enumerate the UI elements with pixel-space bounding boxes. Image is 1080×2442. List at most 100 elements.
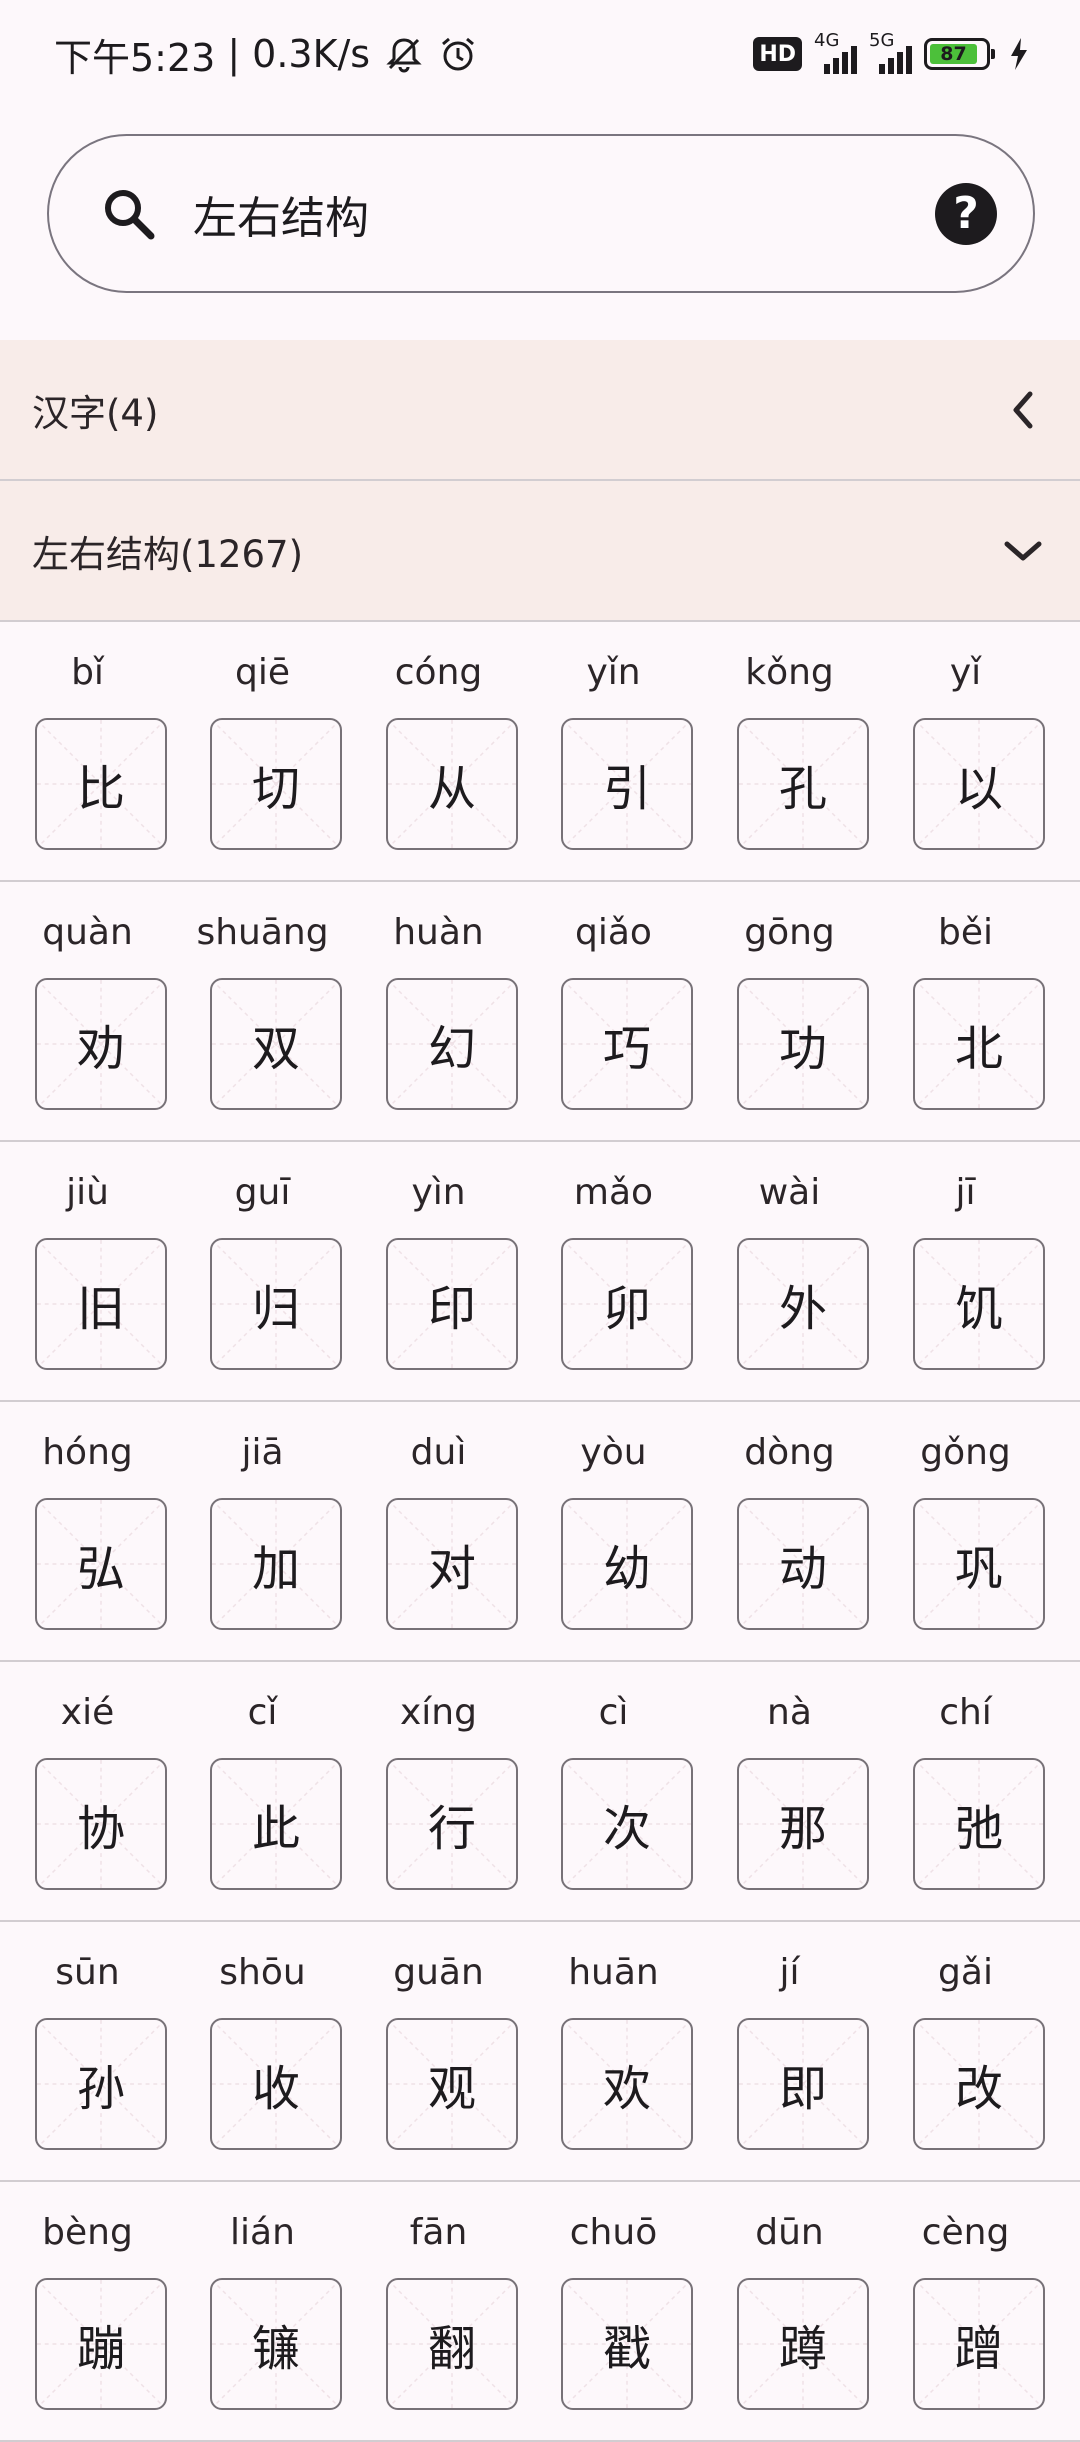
character-cell[interactable]: yǐ 以 — [878, 622, 1053, 882]
character-box[interactable]: 归 — [210, 1238, 342, 1370]
character-box[interactable]: 加 — [210, 1498, 342, 1630]
character-box[interactable]: 欢 — [561, 2018, 693, 2150]
character-box[interactable]: 北 — [913, 978, 1045, 1110]
character-box[interactable]: 巧 — [561, 978, 693, 1110]
network-speed: 0.3K/s — [252, 32, 371, 76]
character-cell[interactable]: qiē 切 — [175, 622, 350, 882]
character-cell[interactable]: huàn 幻 — [351, 882, 526, 1142]
character-box[interactable]: 蹲 — [737, 2278, 869, 2410]
character-box[interactable]: 双 — [210, 978, 342, 1110]
character-cell[interactable]: cǐ 此 — [175, 1662, 350, 1922]
character-box[interactable]: 巩 — [913, 1498, 1045, 1630]
character-cell[interactable]: cì 次 — [526, 1662, 701, 1922]
character-cell[interactable]: xíng 行 — [351, 1662, 526, 1922]
character-box[interactable]: 行 — [386, 1758, 518, 1890]
pinyin-label: huàn — [393, 912, 484, 953]
character-cell[interactable]: gōng 功 — [702, 882, 877, 1142]
hanzi-character: 引 — [602, 761, 651, 817]
character-cell[interactable]: gǎi 改 — [878, 1922, 1053, 2182]
character-cell[interactable]: gǒng 巩 — [878, 1402, 1053, 1662]
character-cell[interactable]: jiā 加 — [175, 1402, 350, 1662]
character-box[interactable]: 那 — [737, 1758, 869, 1890]
battery-level: 87 — [930, 43, 977, 65]
character-box[interactable]: 从 — [386, 718, 518, 850]
character-box[interactable]: 弘 — [35, 1498, 167, 1630]
character-row: jiù 旧 guī 归 yìn 印 mǎo 卯 wài 外 jī 饥 — [0, 1142, 1080, 1402]
chevron-down-icon[interactable] — [998, 526, 1048, 576]
character-cell[interactable]: chí 弛 — [878, 1662, 1053, 1922]
character-cell[interactable]: guān 观 — [351, 1922, 526, 2182]
character-cell[interactable]: duì 对 — [351, 1402, 526, 1662]
character-box[interactable]: 切 — [210, 718, 342, 850]
character-cell[interactable]: qiǎo 巧 — [526, 882, 701, 1142]
character-box[interactable]: 戳 — [561, 2278, 693, 2410]
character-box[interactable]: 功 — [737, 978, 869, 1110]
character-cell[interactable]: quàn 劝 — [0, 882, 175, 1142]
pinyin-label: sūn — [55, 1952, 120, 1993]
character-box[interactable]: 蹦 — [35, 2278, 167, 2410]
character-cell[interactable]: shuāng 双 — [175, 882, 350, 1142]
character-cell[interactable]: cèng 蹭 — [878, 2182, 1053, 2442]
character-box[interactable]: 旧 — [35, 1238, 167, 1370]
character-cell[interactable]: kǒng 孔 — [702, 622, 877, 882]
character-box[interactable]: 印 — [386, 1238, 518, 1370]
character-box[interactable]: 幻 — [386, 978, 518, 1110]
character-cell[interactable]: jiù 旧 — [0, 1142, 175, 1402]
search-input[interactable] — [193, 188, 935, 239]
character-box[interactable]: 对 — [386, 1498, 518, 1630]
character-box[interactable]: 此 — [210, 1758, 342, 1890]
character-box[interactable]: 引 — [561, 718, 693, 850]
character-box[interactable]: 蹭 — [913, 2278, 1045, 2410]
character-cell[interactable]: dūn 蹲 — [702, 2182, 877, 2442]
chevron-left-icon[interactable] — [998, 385, 1048, 435]
help-icon[interactable]: ? — [935, 182, 997, 245]
character-cell[interactable]: huān 欢 — [526, 1922, 701, 2182]
character-cell[interactable]: yìn 印 — [351, 1142, 526, 1402]
character-box[interactable]: 动 — [737, 1498, 869, 1630]
character-cell[interactable]: jī 饥 — [878, 1142, 1053, 1402]
character-cell[interactable]: dòng 动 — [702, 1402, 877, 1662]
character-box[interactable]: 改 — [913, 2018, 1045, 2150]
character-cell[interactable]: yòu 幼 — [526, 1402, 701, 1662]
section-hanzi[interactable]: 汉字(4) — [0, 340, 1080, 480]
character-cell[interactable]: guī 归 — [175, 1142, 350, 1402]
character-cell[interactable]: yǐn 引 — [526, 622, 701, 882]
character-box[interactable]: 劝 — [35, 978, 167, 1110]
hanzi-character: 从 — [427, 761, 476, 817]
character-cell[interactable]: nà 那 — [702, 1662, 877, 1922]
character-box[interactable]: 即 — [737, 2018, 869, 2150]
character-box[interactable]: 弛 — [913, 1758, 1045, 1890]
character-cell[interactable]: fān 翻 — [351, 2182, 526, 2442]
search-bar[interactable]: ? — [47, 134, 1035, 293]
search-icon[interactable] — [99, 184, 159, 244]
character-box[interactable]: 孙 — [35, 2018, 167, 2150]
character-cell[interactable]: cóng 从 — [351, 622, 526, 882]
character-box[interactable]: 饥 — [913, 1238, 1045, 1370]
character-cell[interactable]: hóng 弘 — [0, 1402, 175, 1662]
character-cell[interactable]: wài 外 — [702, 1142, 877, 1402]
character-cell[interactable]: lián 镰 — [175, 2182, 350, 2442]
character-box[interactable]: 卯 — [561, 1238, 693, 1370]
character-box[interactable]: 外 — [737, 1238, 869, 1370]
character-cell[interactable]: běi 北 — [878, 882, 1053, 1142]
character-box[interactable]: 协 — [35, 1758, 167, 1890]
section-left-right-structure[interactable]: 左右结构(1267) — [0, 481, 1080, 621]
character-box[interactable]: 以 — [913, 718, 1045, 850]
character-box[interactable]: 次 — [561, 1758, 693, 1890]
character-box[interactable]: 镰 — [210, 2278, 342, 2410]
character-cell[interactable]: mǎo 卯 — [526, 1142, 701, 1402]
character-box[interactable]: 观 — [386, 2018, 518, 2150]
character-box[interactable]: 孔 — [737, 718, 869, 850]
character-cell[interactable]: bǐ 比 — [0, 622, 175, 882]
character-cell[interactable]: jí 即 — [702, 1922, 877, 2182]
character-box[interactable]: 比 — [35, 718, 167, 850]
character-row: xié 协 cǐ 此 xíng 行 cì 次 nà 那 chí 弛 — [0, 1662, 1080, 1922]
character-cell[interactable]: bèng 蹦 — [0, 2182, 175, 2442]
character-box[interactable]: 收 — [210, 2018, 342, 2150]
character-cell[interactable]: shōu 收 — [175, 1922, 350, 2182]
character-box[interactable]: 幼 — [561, 1498, 693, 1630]
character-cell[interactable]: xié 协 — [0, 1662, 175, 1922]
character-cell[interactable]: chuō 戳 — [526, 2182, 701, 2442]
character-box[interactable]: 翻 — [386, 2278, 518, 2410]
character-cell[interactable]: sūn 孙 — [0, 1922, 175, 2182]
